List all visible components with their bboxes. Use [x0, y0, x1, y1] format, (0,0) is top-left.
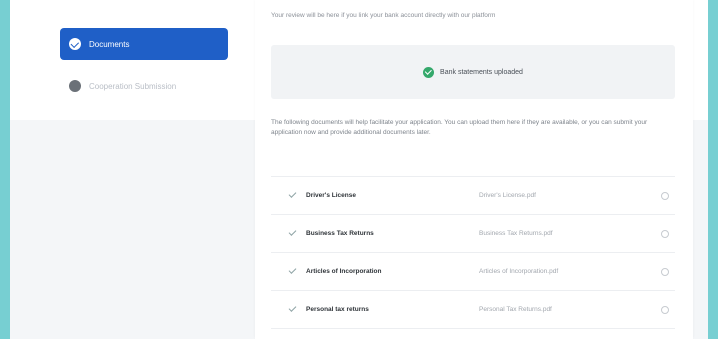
document-file[interactable]: Business Tax Returns.pdf: [479, 230, 553, 237]
check-icon: [288, 304, 297, 312]
upload-status-banner: Bank statements uploaded: [271, 45, 675, 99]
sidebar-item-label: Documents: [89, 39, 130, 49]
intro-text: Your review will be here if you link you…: [271, 12, 496, 19]
dot-icon: [69, 80, 81, 92]
document-row-articles-of-incorporation[interactable]: Articles of Incorporation Articles of In…: [271, 253, 675, 291]
document-row-drivers-license[interactable]: Driver's License Driver's License.pdf: [271, 177, 675, 215]
main-content: Your review will be here if you link you…: [255, 0, 693, 339]
check-circle-icon: [423, 66, 435, 78]
app-window: Documents Cooperation Submission Your re…: [10, 0, 708, 339]
document-file[interactable]: Articles of Incorporation.pdf: [479, 268, 558, 275]
document-name: Business Tax Returns: [306, 230, 374, 237]
remove-icon[interactable]: [661, 305, 669, 314]
sidebar-item-cooperation-submission[interactable]: Cooperation Submission: [60, 70, 228, 102]
remove-icon[interactable]: [661, 191, 669, 200]
banner-text: Bank statements uploaded: [440, 68, 523, 76]
sidebar: Documents Cooperation Submission: [10, 0, 255, 339]
check-icon: [69, 38, 81, 50]
description-text: The following documents will help facili…: [271, 119, 648, 136]
document-row-personal-tax-returns[interactable]: Personal tax returns Personal Tax Return…: [271, 291, 675, 329]
check-icon: [288, 190, 297, 198]
document-name: Personal tax returns: [306, 306, 369, 313]
document-name: Driver's License: [306, 192, 356, 199]
document-list: Driver's License Driver's License.pdf Bu…: [271, 176, 675, 329]
remove-icon[interactable]: [661, 229, 669, 238]
remove-icon[interactable]: [661, 267, 669, 276]
sidebar-item-label: Cooperation Submission: [89, 81, 177, 91]
document-row-business-tax-returns[interactable]: Business Tax Returns Business Tax Return…: [271, 215, 675, 253]
check-icon: [288, 266, 297, 274]
document-name: Articles of Incorporation: [306, 268, 382, 275]
document-file[interactable]: Personal Tax Returns.pdf: [479, 306, 552, 313]
check-icon: [288, 228, 297, 236]
sidebar-item-documents[interactable]: Documents: [60, 28, 228, 60]
document-file[interactable]: Driver's License.pdf: [479, 192, 536, 199]
